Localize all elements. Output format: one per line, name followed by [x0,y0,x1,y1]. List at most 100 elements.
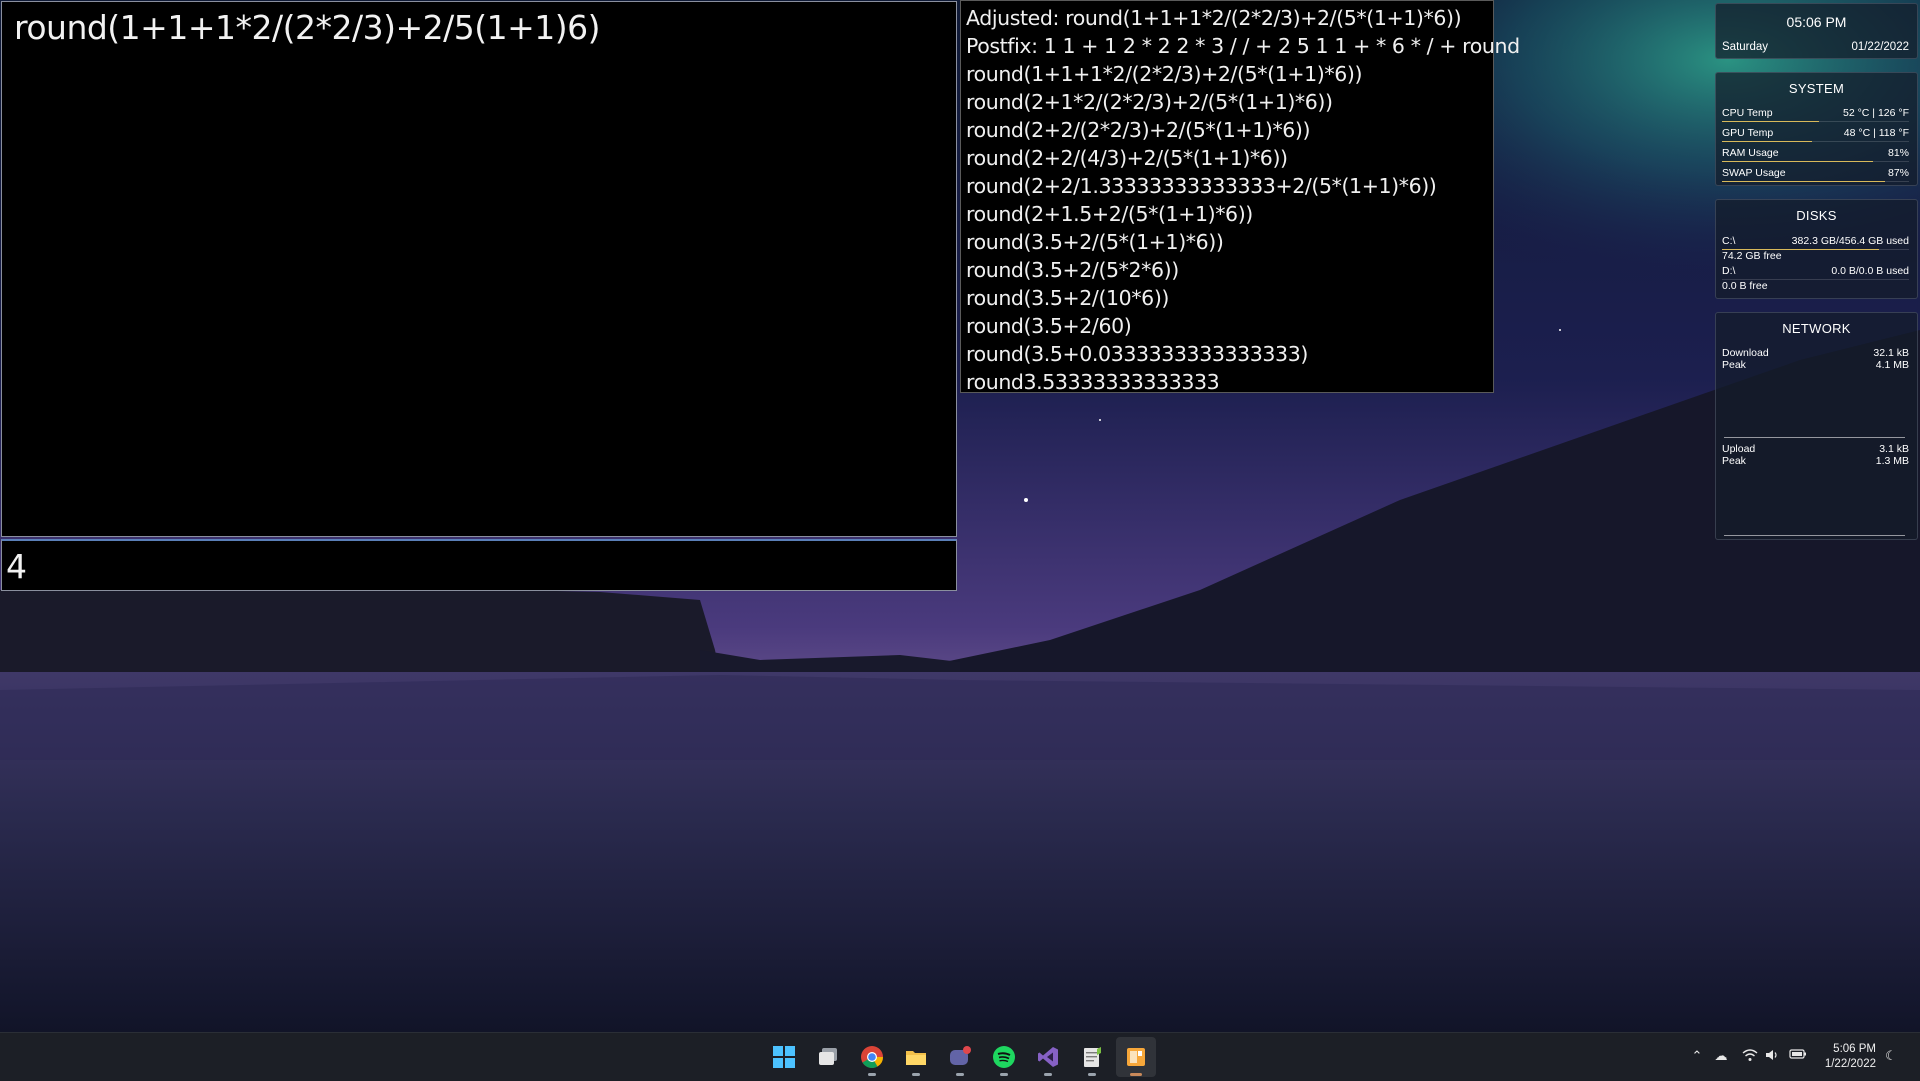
clock-time: 05:06 PM [1786,14,1847,30]
task-view-icon [819,1048,837,1065]
gpu-temp-value: 48 °C | 118 °F [1843,127,1909,139]
task-view-button[interactable] [808,1037,848,1077]
spotify-button[interactable] [984,1037,1024,1077]
download-peak-value: 4.1 MB [1875,359,1909,371]
step-line: round(3.5+2/(10*6)) [966,286,1170,310]
file-explorer-icon [906,1051,926,1065]
swap-usage-row: SWAP Usage 87% [1722,167,1909,181]
ram-usage-label: RAM Usage [1722,147,1779,159]
drive-d-free: 0.0 B free [1722,280,1768,292]
spotify-icon [993,1046,1015,1068]
file-explorer-button[interactable] [896,1037,936,1077]
cpu-temp-bar-fill [1722,121,1820,122]
swap-usage-label: SWAP Usage [1722,167,1786,179]
running-indicator [1044,1073,1052,1076]
gpu-temp-row: GPU Temp 48 °C | 118 °F [1722,127,1909,141]
gpu-temp-bar-fill [1722,141,1812,142]
calculator-app-button[interactable] [1116,1037,1156,1077]
evaluation-steps-panel: Adjusted: round(1+1+1*2/(2*2/3)+2/(5*(1+… [960,0,1520,394]
upload-peak-label: Peak [1722,455,1746,467]
ram-usage-row: RAM Usage 81% [1722,147,1909,161]
visual-studio-button[interactable] [1028,1037,1068,1077]
cpu-temp-value: 52 °C | 126 °F [1843,107,1909,119]
download-peak-label: Peak [1722,359,1746,371]
cpu-temp-bar [1722,121,1909,122]
step-line: round(3.5+2/(5*2*6)) [966,258,1179,282]
network-widget: NETWORK Download 32.1 kB Peak 4.1 MB Upl… [1715,312,1918,540]
cpu-temp-label: CPU Temp [1722,107,1773,119]
clock-date: 01/22/2022 [1851,41,1909,53]
swap-usage-bar-fill [1722,181,1885,182]
taskbar: ⌃ ☁ 5:06 PM 1/22/2022 ☾ [0,1032,1920,1081]
running-indicator [1000,1073,1008,1076]
tray-time: 5:06 PM [1833,1043,1876,1055]
network-title: NETWORK [1782,321,1851,336]
drive-c-usage: 382.3 GB/456.4 GB used [1791,235,1909,247]
download-label: Download [1722,347,1769,359]
calculator-input-window[interactable]: round(1+1+1*2/(2*2/3)+2/5(1+1)6) [1,1,957,537]
tray-clock[interactable]: 5:06 PM 1/22/2022 [1825,1042,1876,1072]
drive-c-name: C:\ [1722,235,1736,247]
visual-studio-icon [1038,1047,1058,1067]
ram-usage-bar-fill [1722,161,1874,162]
disks-widget: DISKS C:\ 382.3 GB/456.4 GB used 74.2 GB… [1715,199,1918,299]
download-peak-row: Peak 4.1 MB [1722,359,1909,373]
download-graph [1724,437,1905,438]
drive-d-row: D:\ 0.0 B/0.0 B used [1722,265,1909,279]
download-value: 32.1 kB [1873,347,1909,359]
teams-chat-icon [950,1046,971,1065]
step-line: round(3.5+0.0333333333333333) [966,342,1308,366]
step-line: round(1+1+1*2/(2*2/3)+2/(5*(1+1)*6)) [966,62,1363,86]
onedrive-icon[interactable]: ☁ [1712,1048,1730,1066]
disks-title: DISKS [1796,208,1837,223]
upload-label: Upload [1722,443,1756,455]
notepad-icon [1084,1047,1101,1067]
drive-d-usage: 0.0 B/0.0 B used [1831,265,1909,277]
calculator-app-icon [1127,1048,1145,1066]
system-widget: SYSTEM CPU Temp 52 °C | 126 °F GPU Temp … [1715,72,1918,186]
upload-graph [1724,535,1905,536]
drive-d-free-row: 0.0 B free [1722,280,1909,294]
system-title: SYSTEM [1788,81,1845,96]
upload-peak-value: 1.3 MB [1875,455,1909,467]
chevron-up-icon[interactable]: ⌃ [1688,1048,1706,1066]
chrome-icon [861,1046,883,1068]
step-line: round(3.5+2/(5*(1+1)*6)) [966,230,1224,254]
expression-input[interactable]: round(1+1+1*2/(2*2/3)+2/5(1+1)6) [14,8,600,47]
wifi-icon[interactable] [1741,1048,1759,1066]
step-line: round(2+1*2/(2*2/3)+2/(5*(1+1)*6)) [966,90,1333,114]
clock-day: Saturday [1722,41,1769,53]
volume-icon[interactable] [1763,1048,1781,1066]
ram-usage-bar [1722,161,1909,162]
start-icon [773,1046,795,1068]
running-indicator [868,1073,876,1076]
teams-chat-button[interactable] [940,1037,980,1077]
step-postfix: Postfix: 1 1 + 1 2 * 2 2 * 3 / / + 2 5 1… [966,34,1520,58]
step-line: round(2+1.5+2/(5*(1+1)*6)) [966,202,1253,226]
gpu-temp-label: GPU Temp [1722,127,1774,139]
step-line: round(2+2/(2*2/3)+2/(5*(1+1)*6)) [966,118,1311,142]
focus-moon-icon[interactable]: ☾ [1882,1048,1900,1066]
running-indicator [956,1073,964,1076]
start-button[interactable] [764,1037,804,1077]
drive-d-name: D:\ [1722,265,1736,277]
upload-peak-row: Peak 1.3 MB [1722,455,1909,469]
tray-date: 1/22/2022 [1824,1058,1876,1070]
step-final: round3.53333333333333 [966,370,1220,394]
cpu-temp-row: CPU Temp 52 °C | 126 °F [1722,107,1909,121]
step-line: round(3.5+2/60) [966,314,1132,338]
step-line: round(2+2/(4/3)+2/(5*(1+1)*6)) [966,146,1288,170]
running-indicator [1130,1073,1142,1076]
clock-widget: 05:06 PM Saturday 01/22/2022 [1715,3,1918,59]
notepad-button[interactable] [1072,1037,1112,1077]
battery-icon[interactable] [1789,1048,1807,1066]
swap-usage-bar [1722,181,1909,182]
swap-usage-value: 87% [1887,167,1909,179]
result-display: 4 [6,547,27,586]
drive-c-free: 74.2 GB free [1722,250,1782,262]
step-adjusted: Adjusted: round(1+1+1*2/(2*2/3)+2/(5*(1+… [966,6,1462,30]
upload-value: 3.1 kB [1879,443,1909,455]
chrome-button[interactable] [852,1037,892,1077]
drive-c-free-row: 74.2 GB free [1722,250,1909,264]
running-indicator [1088,1073,1096,1076]
